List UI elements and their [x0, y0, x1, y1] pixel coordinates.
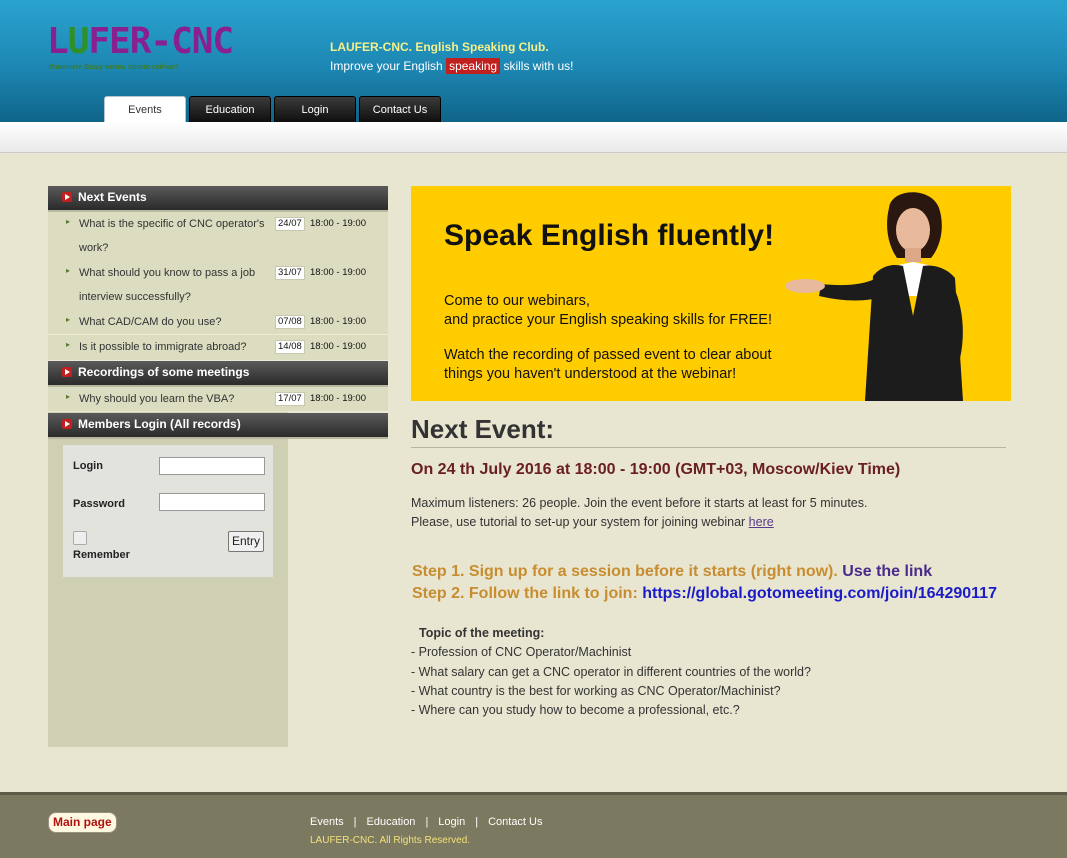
step-2: Step 2. Follow the link to join: https:/…: [412, 585, 997, 602]
event-date: 31/07: [275, 266, 305, 280]
promo-banner: Speak English fluently! Come to our webi…: [411, 186, 1011, 401]
main-page-button[interactable]: Main page: [48, 812, 117, 833]
event-date: 14/08: [275, 340, 305, 354]
footer-link-login[interactable]: Login: [438, 816, 465, 828]
topic-item: - Profession of CNC Operator/Machinist: [411, 645, 632, 660]
banner-headline: Speak English fluently!: [444, 219, 775, 252]
site-subtitle: Improve your English speaking skills wit…: [330, 58, 574, 74]
section-bullet-icon: [62, 366, 72, 377]
tab-education[interactable]: Education: [189, 96, 271, 123]
logo-tagline: Измените Вашу жизнь прямо сейчас!: [49, 64, 179, 71]
arrow-right-icon: ▸: [66, 392, 71, 401]
event-time: 18:00 - 19:00: [310, 218, 366, 229]
event-item[interactable]: ▸ What should you know to pass a job int…: [48, 261, 388, 311]
recording-title[interactable]: Why should you learn the VBA?: [79, 387, 274, 411]
remember-label: Remember: [73, 549, 130, 561]
password-label: Password: [73, 498, 125, 510]
site-title: LAUFER-CNC. English Speaking Club.: [330, 40, 549, 54]
event-info: Maximum listeners: 26 people. Join the e…: [411, 494, 867, 532]
recording-time: 18:00 - 19:00: [310, 393, 366, 404]
tab-contact-us[interactable]: Contact Us: [359, 96, 441, 123]
recordings-header: Recordings of some meetings: [48, 361, 388, 387]
section-bullet-icon: [62, 191, 72, 202]
footer-link-education[interactable]: Education: [367, 816, 416, 828]
copyright-text: LAUFER-CNC. All Rights Reserved.: [310, 835, 471, 846]
event-title[interactable]: What is the specific of CNC operator's w…: [79, 212, 274, 260]
event-date: 24/07: [275, 217, 305, 231]
next-event-heading: Next Event:: [411, 414, 1006, 448]
members-login-header: Members Login (All records): [48, 413, 388, 439]
entry-button[interactable]: Entry: [228, 531, 264, 552]
remember-checkbox[interactable]: [73, 531, 87, 545]
footer-link-contact-us[interactable]: Contact Us: [488, 816, 542, 828]
footer-nav: Events | Education | Login | Contact Us: [310, 816, 543, 828]
arrow-right-icon: ▸: [66, 217, 71, 226]
banner-text-recordings: Watch the recording of passed event to c…: [444, 347, 772, 382]
login-label: Login: [73, 460, 103, 472]
event-title[interactable]: What should you know to pass a job inter…: [79, 261, 274, 309]
event-time: 18:00 - 19:00: [310, 267, 366, 278]
login-form: Login Password Remember Entry: [63, 445, 273, 577]
recording-item[interactable]: ▸ Why should you learn the VBA? 17/07 18…: [48, 387, 388, 412]
login-input[interactable]: [159, 457, 265, 475]
event-title[interactable]: Is it possible to immigrate abroad?: [79, 335, 274, 359]
event-date-line: On 24 th July 2016 at 18:00 - 19:00 (GMT…: [411, 461, 901, 478]
event-date: 07/08: [275, 315, 305, 329]
businesswoman-image: [785, 192, 963, 401]
tab-login[interactable]: Login: [274, 96, 356, 123]
sub-navigation-bar: [0, 122, 1067, 153]
topic-item: - Where can you study how to become a pr…: [411, 703, 740, 718]
info-line-tutorial: Please, use tutorial to set-up your syst…: [411, 515, 774, 529]
footer-separator: |: [353, 816, 357, 828]
event-time: 18:00 - 19:00: [310, 341, 366, 352]
tutorial-link[interactable]: here: [749, 515, 774, 529]
topic-item: - What salary can get a CNC operator in …: [411, 664, 811, 679]
topic-heading: Topic of the meeting:: [419, 626, 545, 640]
recording-date: 17/07: [275, 392, 305, 406]
join-steps: Step 1. Sign up for a session before it …: [412, 561, 997, 605]
password-input[interactable]: [159, 493, 265, 511]
arrow-right-icon: ▸: [66, 266, 71, 275]
event-time: 18:00 - 19:00: [310, 316, 366, 327]
gotomeeting-link[interactable]: https://global.gotomeeting.com/join/1642…: [642, 585, 997, 602]
event-item[interactable]: ▸ What is the specific of CNC operator's…: [48, 212, 388, 262]
info-line-listeners: Maximum listeners: 26 people. Join the e…: [411, 496, 868, 510]
site-logo[interactable]: LUFER-CNC Измените Вашу жизнь прямо сейч…: [47, 22, 252, 74]
sidebar: Next Events ▸ What is the specific of CN…: [48, 186, 388, 747]
footer-link-events[interactable]: Events: [310, 816, 344, 828]
arrow-right-icon: ▸: [66, 340, 71, 349]
banner-text-webinars: Come to our webinars, and practice your …: [444, 293, 773, 328]
speaking-highlight: speaking: [446, 58, 501, 74]
topic-item: - What country is the best for working a…: [411, 683, 781, 698]
footer-separator: |: [425, 816, 429, 828]
event-item[interactable]: ▸ Is it possible to immigrate abroad? 14…: [48, 335, 388, 361]
section-bullet-icon: [62, 418, 72, 429]
step-1: Step 1. Sign up for a session before it …: [412, 563, 933, 580]
arrow-right-icon: ▸: [66, 315, 71, 324]
next-events-header: Next Events: [48, 186, 388, 212]
event-item[interactable]: ▸ What CAD/CAM do you use? 07/08 18:00 -…: [48, 310, 388, 335]
site-footer: Main page Events | Education | Login | Contact…: [0, 792, 1067, 858]
signup-link[interactable]: Use the link: [842, 563, 932, 580]
site-header: LUFER-CNC Измените Вашу жизнь прямо сейч…: [0, 0, 1067, 123]
logo-wordmark: LUFER-CNC: [47, 21, 234, 62]
event-title[interactable]: What CAD/CAM do you use?: [79, 310, 274, 334]
meeting-topics: Topic of the meeting: - Profession of CN…: [411, 624, 811, 720]
tab-events[interactable]: Events: [104, 96, 186, 123]
footer-separator: |: [475, 816, 479, 828]
